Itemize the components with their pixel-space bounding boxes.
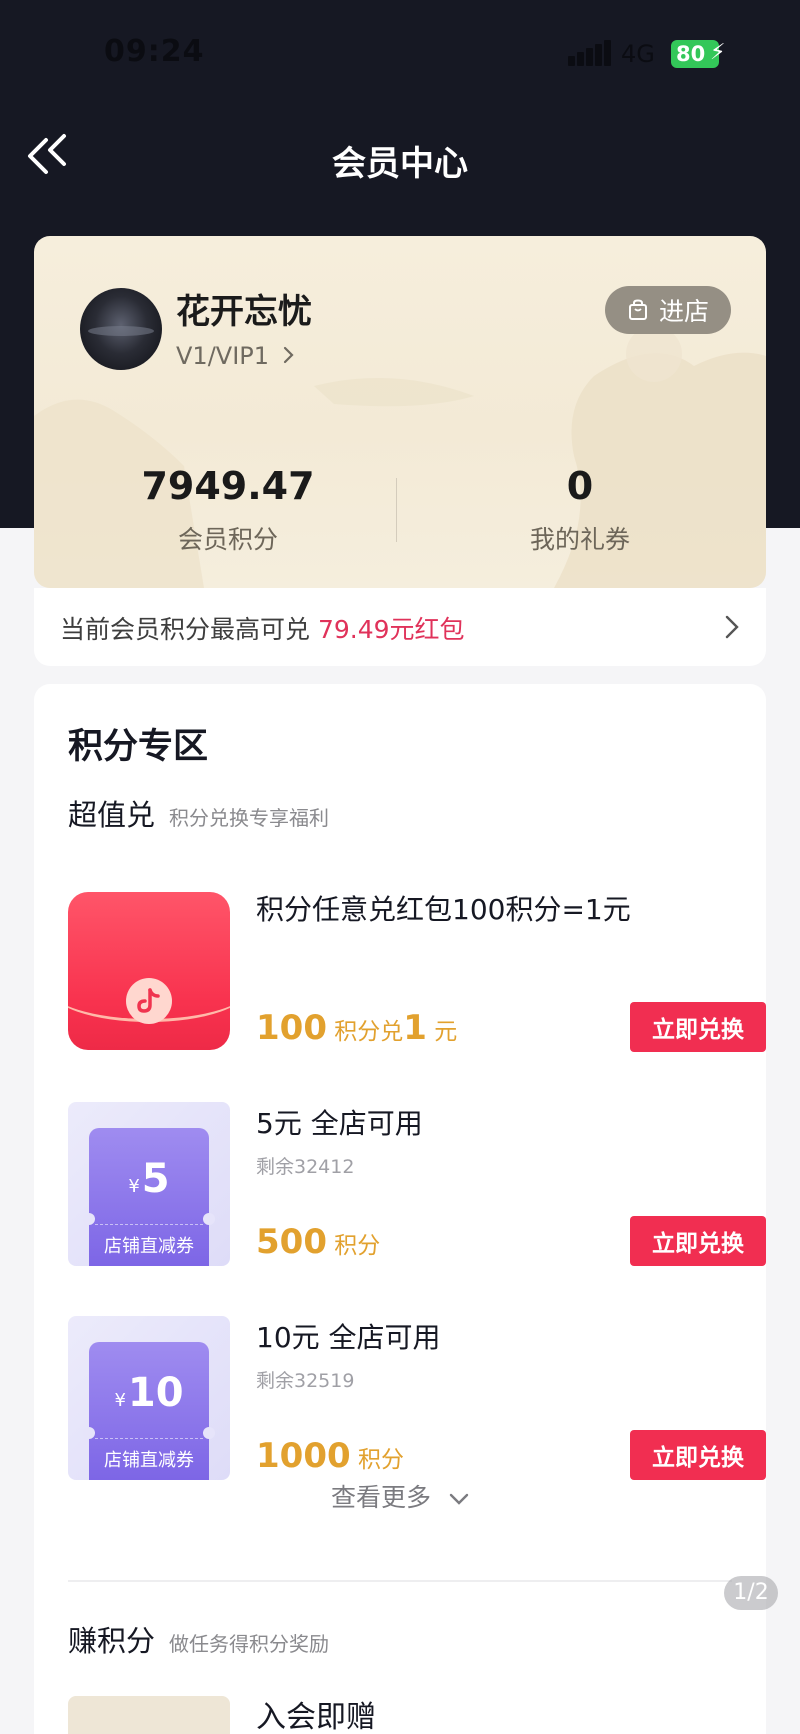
earn-task-title: 入会即赠 bbox=[256, 1700, 376, 1734]
status-time: 09:24 bbox=[104, 34, 205, 69]
earn-points-header: 赚积分 做任务得积分奖励 bbox=[68, 1618, 329, 1660]
item-price: 500 积分 bbox=[256, 1222, 380, 1262]
coupon-thumb[interactable]: ¥5 店铺直减券 bbox=[68, 1102, 230, 1266]
item-title: 积分任意兑红包100积分=1元 bbox=[256, 893, 631, 926]
price-unit: 元 bbox=[434, 1019, 458, 1045]
earn-points-title: 赚积分 bbox=[68, 1624, 156, 1658]
price-number: 100 bbox=[256, 1008, 327, 1048]
charging-icon: ⚡ bbox=[710, 40, 726, 65]
chevron-right-icon bbox=[725, 615, 739, 639]
item-title: 5元 全店可用 bbox=[256, 1107, 423, 1140]
coupon-currency: ¥ bbox=[114, 1390, 126, 1411]
coupon-icon: ¥10 店铺直减券 bbox=[83, 1342, 215, 1480]
red-packet-icon bbox=[68, 892, 230, 1050]
vip-level-label: V1/VIP1 bbox=[176, 342, 270, 370]
chevron-down-icon bbox=[449, 1493, 469, 1505]
avatar[interactable] bbox=[80, 288, 162, 370]
vip-level-link[interactable]: V1/VIP1 bbox=[176, 342, 295, 370]
price-number: 1 bbox=[403, 1008, 427, 1048]
redeem-tip-highlight: 79.49元红包 bbox=[317, 615, 465, 644]
redeem-button[interactable]: 立即兑换 bbox=[630, 1002, 766, 1052]
network-type: 4G bbox=[621, 40, 655, 68]
enter-store-button[interactable]: 进店 bbox=[605, 286, 731, 334]
redeem-tip-bar[interactable]: 当前会员积分最高可兑 79.49元红包 bbox=[34, 588, 766, 666]
item-remaining: 剩余32412 bbox=[256, 1156, 355, 1178]
page-title: 会员中心 bbox=[332, 144, 468, 184]
price-number: 1000 bbox=[256, 1436, 351, 1476]
redeem-tip-text: 当前会员积分最高可兑 79.49元红包 bbox=[60, 610, 465, 646]
signal-icon bbox=[568, 40, 612, 66]
redeem-button[interactable]: 立即兑换 bbox=[630, 1430, 766, 1480]
list-item: 积分任意兑红包100积分=1元 100 积分兑1 元 立即兑换 bbox=[68, 888, 766, 1052]
earn-task-thumb[interactable] bbox=[68, 1696, 230, 1734]
super-value-title: 超值兑 bbox=[68, 798, 156, 832]
price-unit: 积分 bbox=[334, 1233, 381, 1259]
coupon-label: 店铺直减券 bbox=[104, 1450, 194, 1471]
coupon-currency: ¥ bbox=[128, 1176, 140, 1197]
points-zone-title: 积分专区 bbox=[68, 727, 209, 767]
super-value-header: 超值兑 积分兑换专享福利 bbox=[68, 792, 329, 834]
red-packet-thumb[interactable] bbox=[68, 888, 230, 1052]
coupons-label: 我的礼券 bbox=[529, 525, 630, 554]
redeem-tip-prefix: 当前会员积分最高可兑 bbox=[60, 615, 311, 644]
see-more-label: 查看更多 bbox=[331, 1483, 432, 1512]
points-label: 会员积分 bbox=[177, 525, 278, 554]
points-stat[interactable]: 7949.47 会员积分 bbox=[78, 464, 378, 556]
list-item: ¥10 店铺直减券 10元 全店可用 剩余32519 1000 积分 立即兑换 bbox=[68, 1316, 766, 1480]
earn-points-subtitle: 做任务得积分奖励 bbox=[169, 1632, 330, 1656]
points-value: 7949.47 bbox=[141, 464, 315, 508]
member-card: 花开忘忧 V1/VIP1 进店 7949.47 会员积分 0 我的礼券 bbox=[34, 236, 766, 588]
section-divider bbox=[68, 1580, 732, 1582]
status-bar: 09:24 4G 80 ⚡ bbox=[0, 0, 800, 100]
page-indicator: 1/2 bbox=[724, 1576, 778, 1610]
super-value-subtitle: 积分兑换专享福利 bbox=[169, 806, 330, 830]
see-more-button[interactable]: 查看更多 bbox=[34, 1478, 766, 1514]
item-price: 100 积分兑1 元 bbox=[256, 1008, 457, 1048]
shopping-bag-icon bbox=[628, 299, 647, 320]
chevron-right-icon bbox=[283, 346, 294, 364]
stat-divider bbox=[396, 478, 397, 542]
coupons-stat[interactable]: 0 我的礼券 bbox=[430, 464, 730, 556]
coupon-icon: ¥5 店铺直减券 bbox=[83, 1128, 215, 1266]
enter-store-label: 进店 bbox=[658, 297, 709, 326]
item-remaining: 剩余32519 bbox=[256, 1370, 355, 1392]
coupon-amount: 10 bbox=[127, 1370, 184, 1416]
item-title: 10元 全店可用 bbox=[256, 1321, 441, 1354]
coupon-amount: 5 bbox=[141, 1156, 170, 1202]
item-price: 1000 积分 bbox=[256, 1436, 404, 1476]
list-item: ¥5 店铺直减券 5元 全店可用 剩余32412 500 积分 立即兑换 bbox=[68, 1102, 766, 1266]
user-name: 花开忘忧 bbox=[176, 292, 312, 332]
coupon-label: 店铺直减券 bbox=[104, 1236, 194, 1257]
points-zone: 积分专区 超值兑 积分兑换专享福利 积分任意兑红包100积分=1元 100 积分兑… bbox=[34, 684, 766, 1734]
price-unit: 积分兑 bbox=[334, 1019, 404, 1045]
price-number: 500 bbox=[256, 1222, 327, 1262]
redeem-button[interactable]: 立即兑换 bbox=[630, 1216, 766, 1266]
coupons-value: 0 bbox=[566, 464, 594, 508]
coupon-thumb[interactable]: ¥10 店铺直减券 bbox=[68, 1316, 230, 1480]
tiktok-icon bbox=[126, 978, 172, 1024]
price-unit: 积分 bbox=[357, 1447, 404, 1473]
